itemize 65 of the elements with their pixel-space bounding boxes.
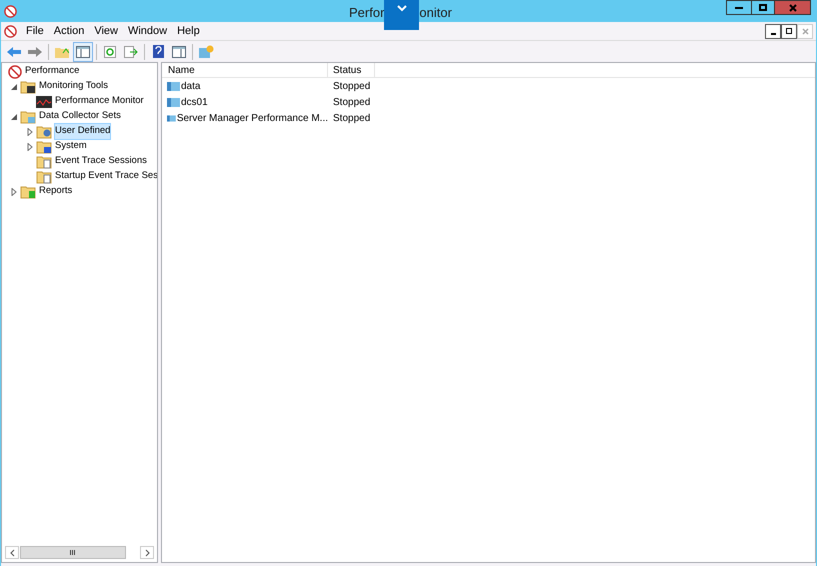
tree-item[interactable]: Event Trace Sessions: [54, 153, 148, 170]
tree-item[interactable]: Performance Monitor: [54, 93, 145, 110]
minimize-button[interactable]: [765, 24, 781, 38]
restore-button[interactable]: [781, 24, 797, 38]
close-icon: [788, 4, 796, 12]
window-title: onitor: [419, 4, 452, 22]
table-cell[interactable]: dcs01: [181, 94, 208, 110]
scroll-left-button[interactable]: [5, 546, 19, 559]
folder-icon: [36, 154, 52, 168]
folder-icon: [36, 124, 52, 138]
app-icon: [4, 4, 17, 18]
folder-icon: [20, 184, 36, 198]
window-title: Perfor: [349, 4, 384, 22]
show-tree-button[interactable]: [73, 42, 93, 62]
tree-item[interactable]: Performance: [24, 63, 80, 80]
chevron-down-icon: [396, 5, 407, 12]
tree-item[interactable]: Monitoring Tools: [38, 78, 110, 95]
chevron-right-icon: [144, 548, 150, 556]
graph-icon: [36, 96, 52, 108]
panes-icon: [172, 46, 186, 58]
refresh-icon: [104, 46, 116, 58]
dropdown-tab[interactable]: [384, 0, 420, 30]
data-set-icon: [167, 96, 180, 108]
table-cell-text: Stopped: [332, 96, 370, 110]
menu-item[interactable]: Window: [122, 22, 172, 40]
table-cell-text: Stopped: [332, 80, 370, 94]
export-icon: [124, 46, 138, 58]
column-header[interactable]: Name: [162, 63, 328, 77]
data-set-icon: [167, 80, 180, 92]
scroll-thumb[interactable]: [20, 546, 126, 559]
panes-icon: [76, 46, 90, 58]
grip-icon: [70, 550, 76, 555]
app-icon: [4, 24, 17, 38]
collapsed-arrow-icon[interactable]: [10, 188, 18, 196]
window-sun-icon: [198, 45, 214, 58]
data-set-icon: [167, 112, 176, 124]
expanded-arrow-icon[interactable]: [10, 112, 18, 120]
chevron-left-icon: [10, 548, 14, 556]
folder-icon: [36, 140, 52, 154]
back-arrow-icon: [7, 46, 21, 56]
folder-icon: [55, 46, 69, 58]
table-cell[interactable]: data: [181, 78, 200, 94]
forward-arrow-icon: [28, 46, 42, 56]
close-button[interactable]: [774, 0, 811, 15]
menu-item[interactable]: Help: [172, 22, 205, 40]
menu-item[interactable]: View: [89, 22, 123, 40]
help-icon: [152, 45, 164, 58]
tree-item[interactable]: Data Collector Sets: [38, 108, 122, 125]
table-cell-text: Stopped: [332, 112, 370, 126]
folder-icon: [20, 80, 36, 94]
column-header[interactable]: Status: [328, 63, 375, 77]
menu-item[interactable]: Action: [48, 22, 90, 40]
no-entry-icon: [8, 64, 22, 78]
tree-item[interactable]: Reports: [38, 183, 74, 200]
close-icon: [802, 28, 808, 34]
horizontal-scrollbar[interactable]: [2, 545, 157, 562]
folder-icon: [36, 170, 52, 184]
scroll-right-button[interactable]: [140, 546, 154, 559]
minimize-button[interactable]: [726, 0, 752, 15]
tree-item[interactable]: System: [54, 138, 88, 155]
menu-item[interactable]: File: [21, 22, 49, 40]
tree-item[interactable]: User Defined: [54, 123, 112, 140]
expanded-arrow-icon[interactable]: [10, 82, 18, 90]
folder-icon: [20, 110, 36, 124]
table-cell[interactable]: Server Manager Performance M...: [176, 110, 328, 126]
